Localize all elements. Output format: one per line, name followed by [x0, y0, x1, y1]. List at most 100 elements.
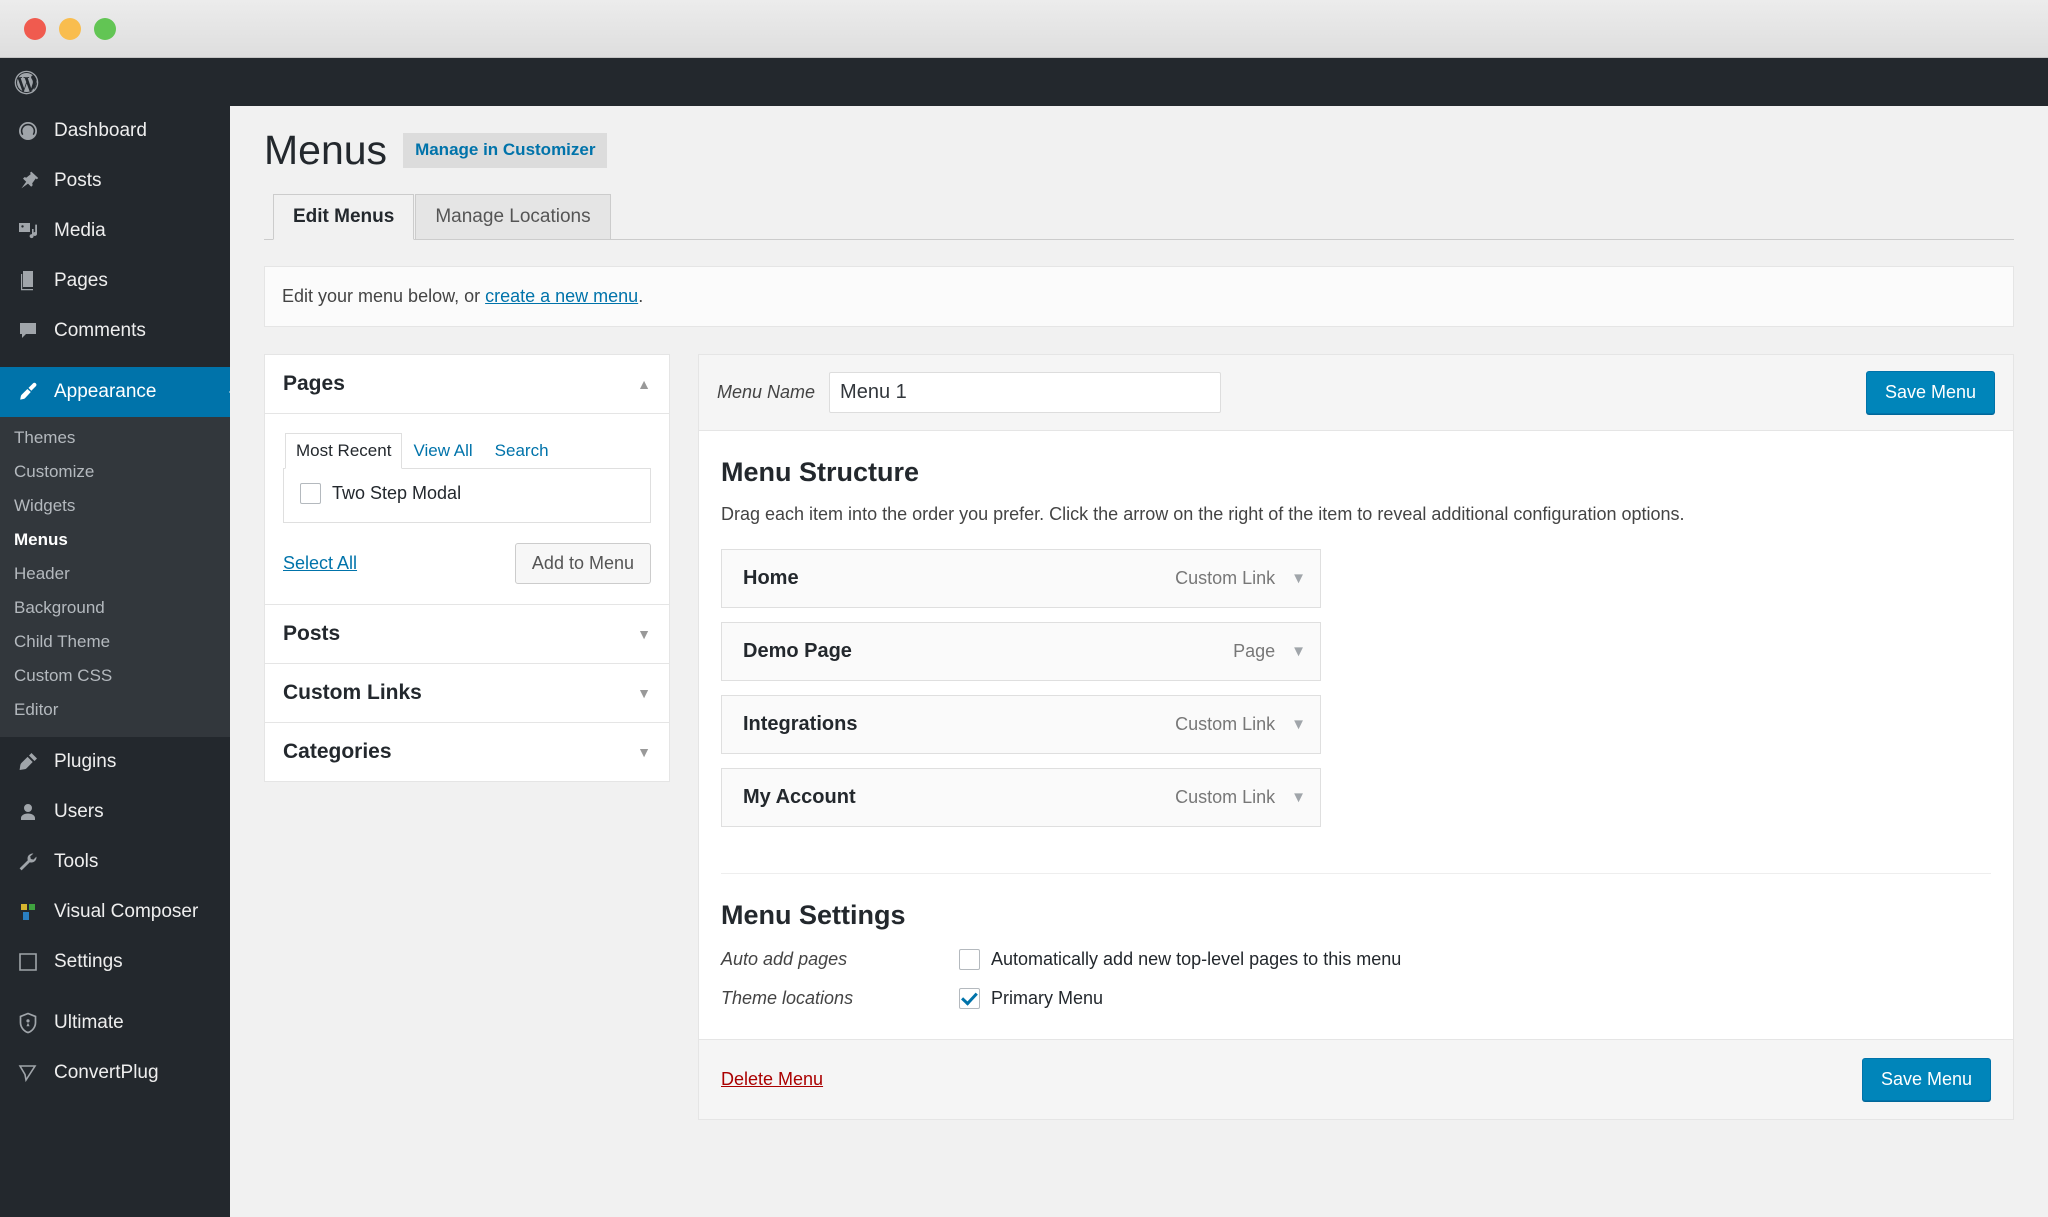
menu-item-meta: Custom Link ▼: [1175, 568, 1306, 589]
add-to-menu-button[interactable]: Add to Menu: [514, 543, 651, 584]
sidebar-separator: [0, 987, 230, 998]
sidebar-item-convertplug[interactable]: ConvertPlug: [0, 1048, 230, 1098]
chevron-up-icon[interactable]: ▲: [637, 377, 651, 391]
brush-icon: [12, 379, 44, 405]
postbox-title: Custom Links: [283, 681, 422, 704]
sidebar-item-label: Tools: [54, 851, 99, 872]
auto-add-pages-text: Automatically add new top-level pages to…: [991, 949, 1402, 969]
sidebar-item-visual-composer[interactable]: Visual Composer: [0, 887, 230, 937]
submenu-item-child-theme[interactable]: Child Theme: [0, 625, 230, 659]
sidebar-item-plugins[interactable]: Plugins: [0, 737, 230, 787]
postbox-pages-header[interactable]: Pages ▲: [265, 355, 669, 414]
sidebar-item-posts[interactable]: Posts: [0, 156, 230, 206]
sidebar-item-tools[interactable]: Tools: [0, 837, 230, 887]
postbox-pages-body: Most Recent View All Search Two Step Mod…: [265, 414, 669, 604]
submenu-item-background[interactable]: Background: [0, 591, 230, 625]
wordpress-logo-icon[interactable]: [10, 66, 42, 98]
manage-in-customizer-button[interactable]: Manage in Customizer: [403, 133, 608, 168]
menu-item-type: Page: [1233, 641, 1276, 661]
sidebar-item-pages[interactable]: Pages: [0, 256, 230, 306]
chevron-down-icon[interactable]: ▼: [637, 745, 651, 759]
postbox-custom-links-header[interactable]: Custom Links ▼: [265, 664, 669, 722]
sidebar-item-label: Posts: [54, 170, 102, 191]
minimize-window-button[interactable]: [59, 18, 81, 40]
table-row[interactable]: Home Custom Link ▼: [721, 549, 1321, 608]
menu-item-type: Custom Link: [1175, 568, 1276, 588]
submenu-item-menus[interactable]: Menus: [0, 523, 230, 557]
menu-item-title: Demo Page: [743, 640, 852, 662]
inner-tab-view-all[interactable]: View All: [402, 433, 483, 469]
table-row[interactable]: Demo Page Page ▼: [721, 622, 1321, 681]
auto-add-pages-checkbox[interactable]: [959, 949, 980, 970]
inner-tab-search[interactable]: Search: [484, 433, 560, 469]
page-checkbox-two-step-modal[interactable]: [300, 483, 321, 504]
save-menu-button-top[interactable]: Save Menu: [1865, 371, 1995, 414]
submenu-item-header[interactable]: Header: [0, 557, 230, 591]
close-window-button[interactable]: [24, 18, 46, 40]
edit-menu-notice: Edit your menu below, or create a new me…: [264, 266, 2014, 327]
postbox-title: Pages: [283, 372, 345, 395]
table-row[interactable]: My Account Custom Link ▼: [721, 768, 1321, 827]
sidebar-item-appearance[interactable]: Appearance: [0, 367, 230, 417]
submenu-item-themes[interactable]: Themes: [0, 421, 230, 455]
submenu-item-editor[interactable]: Editor: [0, 693, 230, 727]
sidebar-item-media[interactable]: Media: [0, 206, 230, 256]
pages-inner-tabs: Most Recent View All Search: [283, 432, 651, 469]
inner-tab-most-recent[interactable]: Most Recent: [285, 433, 403, 469]
pages-checklist: Two Step Modal: [283, 469, 651, 523]
chevron-down-icon[interactable]: ▼: [1291, 790, 1306, 805]
sidebar-item-dashboard[interactable]: Dashboard: [0, 106, 230, 156]
primary-menu-text: Primary Menu: [991, 988, 1104, 1008]
admin-sidebar: Dashboard Posts Media Pages Comments App…: [0, 106, 230, 1217]
zoom-window-button[interactable]: [94, 18, 116, 40]
chevron-down-icon[interactable]: ▼: [637, 686, 651, 700]
sidebar-item-comments[interactable]: Comments: [0, 306, 230, 356]
submenu-item-customize[interactable]: Customize: [0, 455, 230, 489]
setting-auto-add-pages: Auto add pages Automatically add new top…: [721, 949, 1991, 970]
select-all-link[interactable]: Select All: [283, 553, 357, 574]
auto-add-pages-label: Auto add pages: [721, 949, 848, 969]
sidebar-item-label: Comments: [54, 320, 146, 341]
sidebar-item-label: Media: [54, 220, 106, 241]
dashboard-icon: [12, 118, 44, 144]
table-row[interactable]: Integrations Custom Link ▼: [721, 695, 1321, 754]
delete-menu-link[interactable]: Delete Menu: [721, 1069, 823, 1090]
sidebar-item-settings[interactable]: Settings: [0, 937, 230, 987]
submenu-item-widgets[interactable]: Widgets: [0, 489, 230, 523]
menu-settings-title: Menu Settings: [721, 900, 906, 930]
create-new-menu-link[interactable]: create a new menu: [485, 286, 638, 306]
tab-edit-menus[interactable]: Edit Menus: [273, 194, 415, 240]
menu-item-meta: Custom Link ▼: [1175, 787, 1306, 808]
menu-structure-description: Drag each item into the order you prefer…: [721, 504, 1685, 524]
submenu-item-custom-css[interactable]: Custom CSS: [0, 659, 230, 693]
menu-item-title: My Account: [743, 786, 856, 808]
auto-add-pages-control[interactable]: Automatically add new top-level pages to…: [959, 949, 1401, 970]
postbox-posts-header[interactable]: Posts ▼: [265, 605, 669, 663]
chevron-down-icon[interactable]: ▼: [1291, 644, 1306, 659]
primary-menu-checkbox[interactable]: [959, 988, 980, 1009]
sidebar-separator: [0, 356, 230, 367]
sidebar-item-ultimate[interactable]: Ultimate: [0, 998, 230, 1048]
sidebar-item-label: Plugins: [54, 751, 117, 772]
page-title: Menus: [264, 127, 388, 173]
postbox-categories-header[interactable]: Categories ▼: [265, 723, 669, 781]
main-content: Menus Manage in Customizer Edit Menus Ma…: [230, 106, 2048, 1217]
chevron-down-icon[interactable]: ▼: [637, 627, 651, 641]
tab-manage-locations[interactable]: Manage Locations: [415, 194, 611, 240]
menu-item-type: Custom Link: [1175, 714, 1276, 734]
visual-composer-icon: [12, 899, 44, 925]
list-item[interactable]: Two Step Modal: [300, 483, 634, 504]
menu-name-input[interactable]: [829, 372, 1222, 413]
menu-structure-title: Menu Structure: [721, 457, 920, 487]
save-menu-button-bottom[interactable]: Save Menu: [1861, 1058, 1991, 1101]
appearance-submenu: Themes Customize Widgets Menus Header Ba…: [0, 417, 230, 737]
menu-edit-column: Menu Name Save Menu Menu Structure Drag …: [698, 354, 2014, 1120]
theme-locations-control[interactable]: Primary Menu: [959, 988, 1103, 1009]
menu-item-title: Home: [743, 567, 799, 589]
menu-item-meta: Page ▼: [1233, 641, 1306, 662]
chevron-down-icon[interactable]: ▼: [1291, 571, 1306, 586]
sidebar-item-users[interactable]: Users: [0, 787, 230, 837]
notice-prefix: Edit your menu below, or: [282, 286, 486, 306]
sidebar-item-label: Dashboard: [54, 120, 147, 141]
chevron-down-icon[interactable]: ▼: [1291, 717, 1306, 732]
